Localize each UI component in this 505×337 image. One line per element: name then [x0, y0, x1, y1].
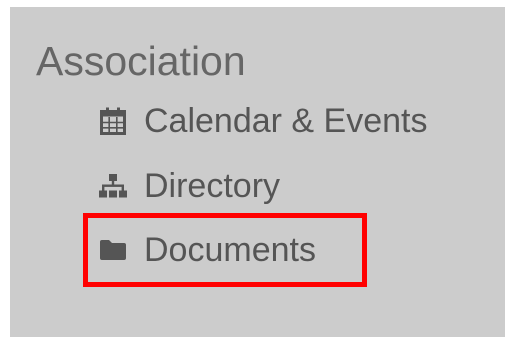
menu-item-documents[interactable]: Documents — [98, 229, 316, 271]
association-menu-panel: Association Calendar & Events Directory … — [10, 7, 505, 337]
menu-item-directory[interactable]: Directory — [98, 165, 280, 207]
menu-item-label: Directory — [144, 167, 281, 205]
section-title: Association — [36, 38, 246, 84]
sitemap-icon — [98, 171, 128, 201]
menu-item-label: Documents — [144, 231, 316, 269]
menu-item-label: Calendar & Events — [144, 102, 428, 140]
menu-item-calendar-events[interactable]: Calendar & Events — [98, 100, 428, 142]
calendar-icon — [98, 106, 128, 136]
folder-icon — [98, 235, 128, 265]
